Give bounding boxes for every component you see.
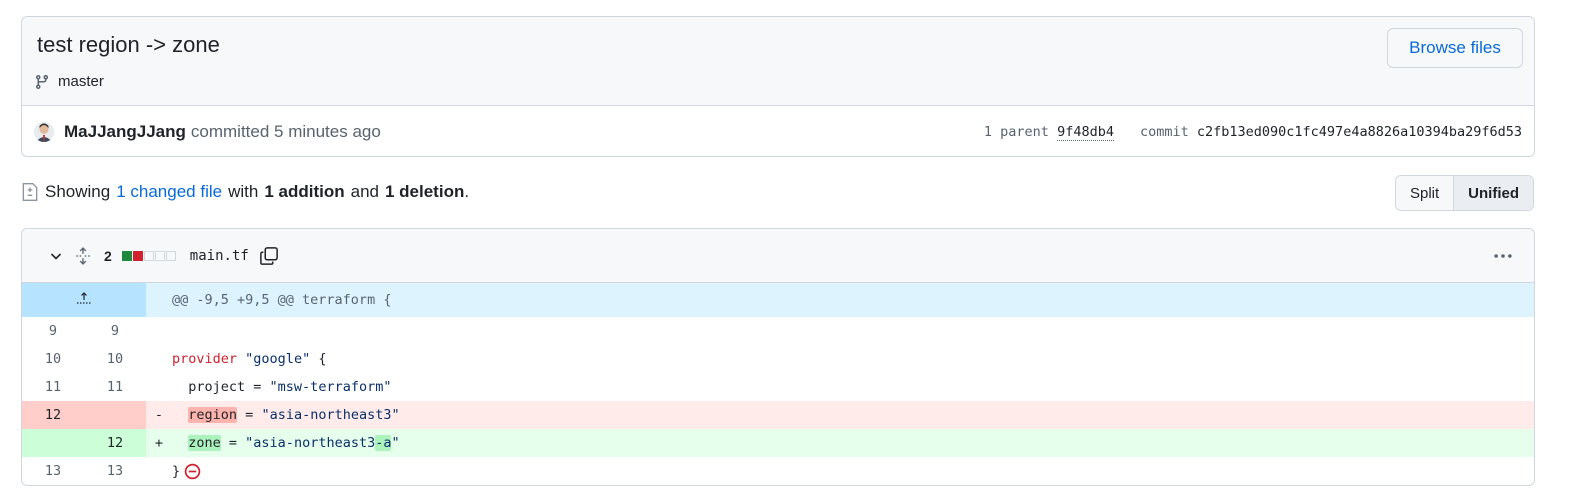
code-line xyxy=(172,317,1534,345)
branch-info[interactable]: master xyxy=(34,73,104,90)
expand-up-icon xyxy=(77,292,91,304)
author-name[interactable]: MaJJangJJang xyxy=(64,122,186,142)
commit-shas: 1 parent 9f48db4 commit c2fb13ed090c1fc4… xyxy=(983,123,1522,141)
deleted-word: region xyxy=(188,407,238,423)
browse-files-button[interactable]: Browse files xyxy=(1387,28,1523,68)
diffstat-del-block xyxy=(132,250,143,261)
new-line-number[interactable]: 10 xyxy=(84,345,146,373)
code-line: project = "msw-terraform" xyxy=(172,379,392,395)
deletion-marker: - xyxy=(146,401,172,429)
diffstat-blocks xyxy=(121,250,176,261)
commit-box: test region -> zone master Browse files … xyxy=(21,16,1535,157)
and-label: and xyxy=(350,182,379,201)
added-suffix: -a xyxy=(375,435,392,451)
keyword: provider xyxy=(172,351,238,367)
diffstat-add-block xyxy=(121,250,132,261)
new-line-number[interactable]: 11 xyxy=(84,373,146,401)
code-line: provider "google" { xyxy=(172,351,327,367)
additions-count: 1 addition xyxy=(264,182,345,201)
showing-label: Showing xyxy=(45,182,111,201)
old-line-number[interactable]: 13 xyxy=(22,457,84,485)
committed-time: committed 5 minutes ago xyxy=(190,121,381,141)
diff-summary: Showing 1 changed file with 1 addition a… xyxy=(21,178,469,206)
expand-up-button[interactable] xyxy=(22,283,146,317)
commit-info: commit c2fb13ed090c1fc497e4a8826a10394ba… xyxy=(1140,124,1522,140)
old-line-number[interactable] xyxy=(22,429,84,457)
period: . xyxy=(464,182,470,201)
new-line-number[interactable]: 12 xyxy=(84,429,146,457)
chevron-down-icon[interactable] xyxy=(48,248,64,264)
added-word: zone xyxy=(188,435,221,451)
file-name[interactable]: main.tf xyxy=(190,248,249,264)
no-newline-icon xyxy=(184,463,201,479)
old-line-number[interactable]: 12 xyxy=(22,401,84,429)
change-count: 2 xyxy=(104,247,112,264)
diff-line-context: 13 13 } xyxy=(22,457,1534,485)
diff-view-toggle: Split Unified xyxy=(1394,175,1534,211)
git-branch-icon xyxy=(35,74,48,89)
commit-meta: MaJJangJJang committed 5 minutes ago 1 p… xyxy=(22,106,1534,156)
old-line-number[interactable]: 10 xyxy=(22,345,84,373)
new-line-number[interactable] xyxy=(84,401,146,429)
parent-label: 1 parent xyxy=(983,123,1049,140)
diffstat-neutral-block xyxy=(165,250,176,261)
avatar[interactable] xyxy=(34,121,54,142)
string-literal: "msw-terraform" xyxy=(269,379,392,395)
hunk-row: @@ -9,5 +9,5 @@ terraform { xyxy=(22,283,1534,317)
kebab-menu-icon[interactable] xyxy=(1492,245,1514,267)
parent-info: 1 parent 9f48db4 xyxy=(983,123,1114,141)
old-line-number[interactable]: 9 xyxy=(22,317,84,345)
copy-icon[interactable] xyxy=(259,246,279,266)
changed-files-link[interactable]: 1 changed file xyxy=(116,182,222,202)
diff-line-addition: 12 + zone = "asia-northeast3-a" xyxy=(22,429,1534,457)
old-line-number[interactable]: 11 xyxy=(22,373,84,401)
with-label: with xyxy=(228,182,259,201)
string-literal: "asia-northeast3" xyxy=(261,407,400,423)
string-literal: "asia-northeast3 xyxy=(245,435,376,451)
diff-line-context: 10 10 provider "google" { xyxy=(22,345,1534,373)
string-literal: "google" xyxy=(245,351,311,367)
code-line: region = "asia-northeast3" xyxy=(172,401,1534,429)
deletions-count: 1 deletion xyxy=(384,182,465,201)
split-view-button[interactable]: Split xyxy=(1395,176,1454,210)
new-line-number[interactable]: 9 xyxy=(84,317,146,345)
diffstat-neutral-block xyxy=(143,250,154,261)
commit-label: commit xyxy=(1139,123,1189,140)
new-line-number[interactable]: 13 xyxy=(84,457,146,485)
diff-line-context: 9 9 xyxy=(22,317,1534,345)
file-header: 2 main.tf xyxy=(22,229,1534,283)
diff-line-deletion: 12 - region = "asia-northeast3" xyxy=(22,401,1534,429)
commit-header: test region -> zone master Browse files xyxy=(22,17,1534,106)
commit-sha: c2fb13ed090c1fc497e4a8826a10394ba29f6d53 xyxy=(1196,123,1522,140)
expand-all-icon[interactable] xyxy=(74,246,92,265)
parent-sha-link[interactable]: 9f48db4 xyxy=(1057,123,1114,141)
addition-marker: + xyxy=(146,429,172,457)
code-line: } xyxy=(172,457,1534,485)
file-diff: 2 main.tf @@ -9,5 +9,5 @@ terraform {9 … xyxy=(21,228,1535,486)
hunk-header: @@ -9,5 +9,5 @@ terraform { xyxy=(172,283,1534,317)
diff-line-context: 11 11 project = "msw-terraform" xyxy=(22,373,1534,401)
file-diff-icon xyxy=(22,183,38,201)
diffstat-neutral-block xyxy=(154,250,165,261)
code-line: zone = "asia-northeast3-a" xyxy=(172,429,1534,457)
diff-table: @@ -9,5 +9,5 @@ terraform { 9 9 10 10 pr… xyxy=(22,283,1534,485)
branch-name[interactable]: master xyxy=(58,73,104,90)
unified-view-button[interactable]: Unified xyxy=(1453,176,1533,210)
commit-title: test region -> zone xyxy=(37,32,220,57)
